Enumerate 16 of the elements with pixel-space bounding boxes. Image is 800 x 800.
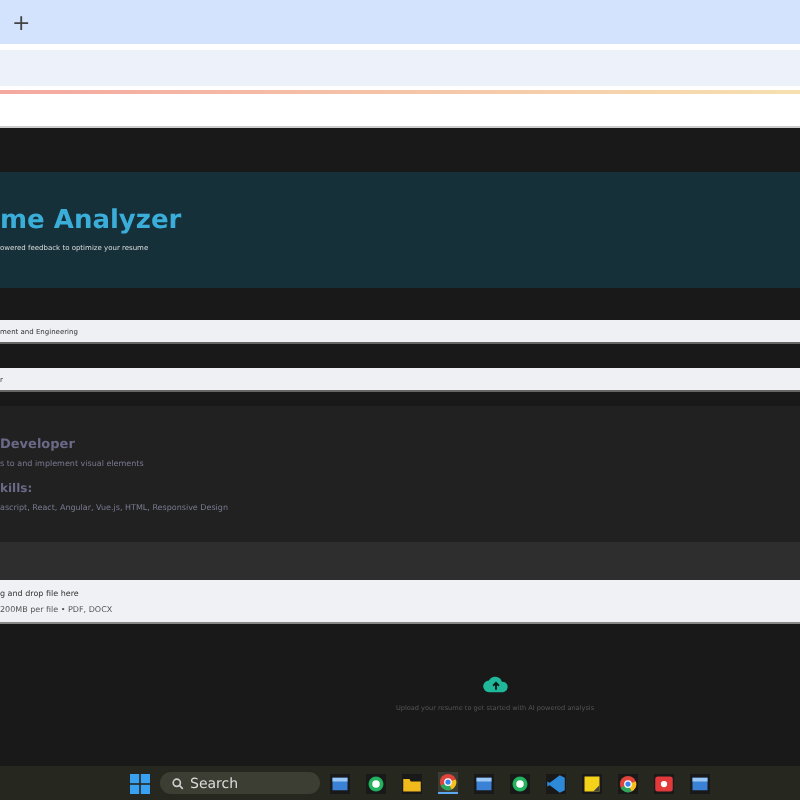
browser-icon[interactable] [618, 773, 638, 793]
search-icon [172, 777, 184, 789]
media-icon[interactable] [654, 773, 674, 793]
cloud-upload-icon [481, 674, 509, 694]
window-icon[interactable] [474, 773, 494, 793]
note-icon[interactable] [582, 773, 602, 793]
code-icon[interactable] [546, 773, 566, 793]
app-title: me Analyzer [0, 207, 184, 234]
chat-icon[interactable] [510, 773, 530, 793]
window-icon[interactable] [330, 773, 350, 793]
new-tab-button[interactable]: + [12, 11, 31, 33]
start-button[interactable] [130, 773, 150, 793]
folder-icon[interactable] [402, 773, 422, 793]
browser-icon[interactable] [438, 772, 458, 794]
chat-icon[interactable] [366, 773, 386, 793]
window-icon[interactable] [690, 773, 710, 793]
